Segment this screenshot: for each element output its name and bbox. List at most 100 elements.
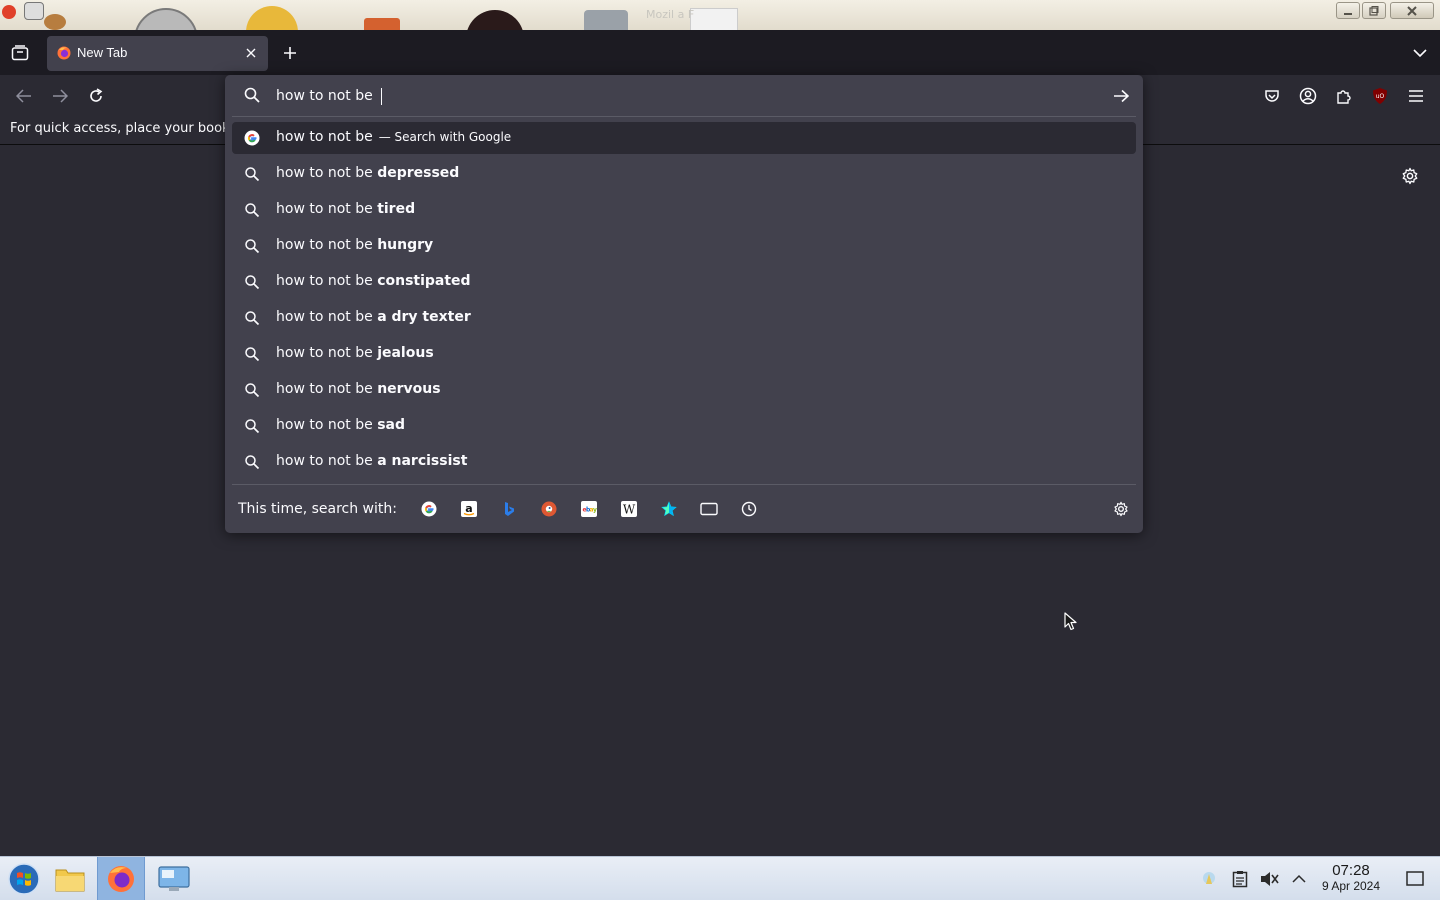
history-clock-icon — [741, 501, 757, 517]
search-icon — [245, 311, 260, 326]
taskbar-clock[interactable]: 07:28 9 Apr 2024 — [1314, 863, 1388, 894]
suggestion-prefix: how to not be — [276, 129, 373, 145]
search-engine-bing-button[interactable] — [499, 499, 519, 519]
start-orb-icon — [8, 863, 40, 895]
open-menu-button[interactable] — [1405, 85, 1427, 107]
back-button[interactable] — [13, 85, 35, 107]
desktop-app-icon — [466, 10, 524, 30]
tabs-icon — [700, 502, 718, 516]
one-off-label: This time, search with: — [238, 501, 397, 517]
search-icon — [244, 87, 260, 103]
suggestion-row[interactable]: how to not be sad — [232, 410, 1136, 442]
suggestion-completion: nervous — [377, 381, 441, 397]
taskbar-firefox[interactable] — [97, 857, 145, 900]
search-icon — [245, 455, 260, 470]
suggestion-row[interactable]: how to not be constipated — [232, 266, 1136, 298]
plus-icon — [284, 47, 296, 59]
account-button[interactable] — [1297, 85, 1319, 107]
suggestion-prefix: how to not be — [276, 309, 373, 325]
search-icon — [245, 383, 260, 398]
weather-icon — [1203, 872, 1215, 884]
maximize-button[interactable] — [1362, 2, 1386, 19]
suggestion-row[interactable]: how to not be — Search with Google — [232, 122, 1136, 154]
suggestion-prefix: how to not be — [276, 381, 373, 397]
urlbar-input-row: how to not be — [225, 75, 1143, 116]
desktop-app-icon — [584, 10, 628, 30]
suggestion-row[interactable]: how to not be a narcissist — [232, 446, 1136, 478]
minimize-button[interactable] — [1336, 2, 1360, 19]
bookmarks-toolbar-hint: For quick access, place your bookmarks h… — [10, 121, 225, 136]
suggestion-row[interactable]: how to not be depressed — [232, 158, 1136, 190]
search-settings-button[interactable] — [1111, 499, 1131, 519]
suggestion-row[interactable]: how to not be nervous — [232, 374, 1136, 406]
back-arrow-icon — [16, 89, 31, 103]
close-tab-button[interactable] — [244, 46, 258, 60]
tray-app-icon[interactable] — [1199, 869, 1219, 889]
tab-new-tab[interactable]: New Tab — [47, 36, 268, 71]
close-window-button[interactable] — [1390, 2, 1434, 19]
tab-title: New Tab — [77, 45, 128, 60]
svg-text:a: a — [465, 502, 472, 515]
urlbar-go-button[interactable] — [1111, 86, 1131, 106]
reload-button[interactable] — [85, 85, 107, 107]
amazon-icon: a — [461, 501, 477, 517]
start-button[interactable] — [0, 857, 48, 900]
google-icon — [421, 501, 437, 517]
urlbar-input[interactable]: how to not be — [276, 85, 1096, 107]
computer-monitor-icon — [158, 866, 190, 891]
text-caret — [381, 87, 383, 105]
tray-clipboard[interactable] — [1230, 869, 1250, 889]
tray-volume[interactable] — [1259, 869, 1279, 889]
search-icon — [245, 275, 260, 290]
extensions-button[interactable] — [1333, 85, 1355, 107]
firefox-icon — [108, 866, 134, 892]
svg-text:W: W — [623, 503, 636, 517]
search-bookmarks-button[interactable] — [659, 499, 679, 519]
suggestion-completion: hungry — [377, 237, 434, 253]
suggestion-completion: jealous — [377, 345, 434, 361]
tray-show-hidden[interactable] — [1289, 869, 1309, 889]
search-engine-amazon-button[interactable]: a — [459, 499, 479, 519]
ublock-origin-button[interactable]: uO — [1369, 85, 1391, 107]
desktop-window-title: Mozil a F — [646, 8, 695, 21]
bookmarks-star-icon — [661, 501, 677, 517]
suggestion-text: how to not be hungry — [276, 237, 433, 253]
close-icon — [246, 48, 256, 58]
search-engine-wikipedia-button[interactable]: W — [619, 499, 639, 519]
new-tab-button[interactable] — [280, 43, 300, 63]
suggestion-row[interactable]: how to not be a dry texter — [232, 302, 1136, 334]
search-engine-ebay-button[interactable]: e b a y — [579, 499, 599, 519]
search-tabs-button[interactable] — [699, 499, 719, 519]
suggestion-row[interactable]: how to not be hungry — [232, 230, 1136, 262]
reload-icon — [90, 88, 103, 102]
desktop-app-icon — [246, 6, 298, 30]
taskbar: 07:28 9 Apr 2024 — [0, 856, 1440, 900]
pocket-button[interactable] — [1261, 85, 1283, 107]
suggestion-row[interactable]: how to not be jealous — [232, 338, 1136, 370]
taskbar-remote-desktop[interactable] — [150, 857, 198, 900]
arrow-right-icon — [1114, 89, 1129, 103]
taskbar-file-manager[interactable] — [46, 857, 94, 900]
suggestion-row[interactable]: how to not be tired — [232, 194, 1136, 226]
search-engine-google-button[interactable] — [419, 499, 439, 519]
suggestion-text: how to not be jealous — [276, 345, 434, 361]
suggestion-action: — Search with Google — [378, 130, 512, 144]
hamburger-menu-icon — [1409, 90, 1423, 102]
search-history-button[interactable] — [739, 499, 759, 519]
suggestion-completion: a dry texter — [377, 309, 471, 325]
urlbar-divider — [232, 116, 1136, 117]
search-icon — [245, 203, 260, 218]
desktop-app-icon — [134, 8, 198, 30]
bing-icon — [505, 502, 514, 516]
list-all-tabs-button[interactable] — [1411, 44, 1429, 62]
suggestion-text: how to not be a dry texter — [276, 309, 471, 325]
search-engine-duckduckgo-button[interactable] — [539, 499, 559, 519]
close-icon — [1407, 5, 1417, 16]
notifications-button[interactable] — [1404, 869, 1426, 889]
suggestion-prefix: how to not be — [276, 273, 373, 289]
forward-button[interactable] — [49, 85, 71, 107]
newtab-personalize-button[interactable] — [1399, 165, 1421, 187]
search-icon — [245, 419, 260, 434]
firefox-view-button[interactable] — [8, 42, 32, 64]
suggestion-prefix: how to not be — [276, 165, 373, 181]
